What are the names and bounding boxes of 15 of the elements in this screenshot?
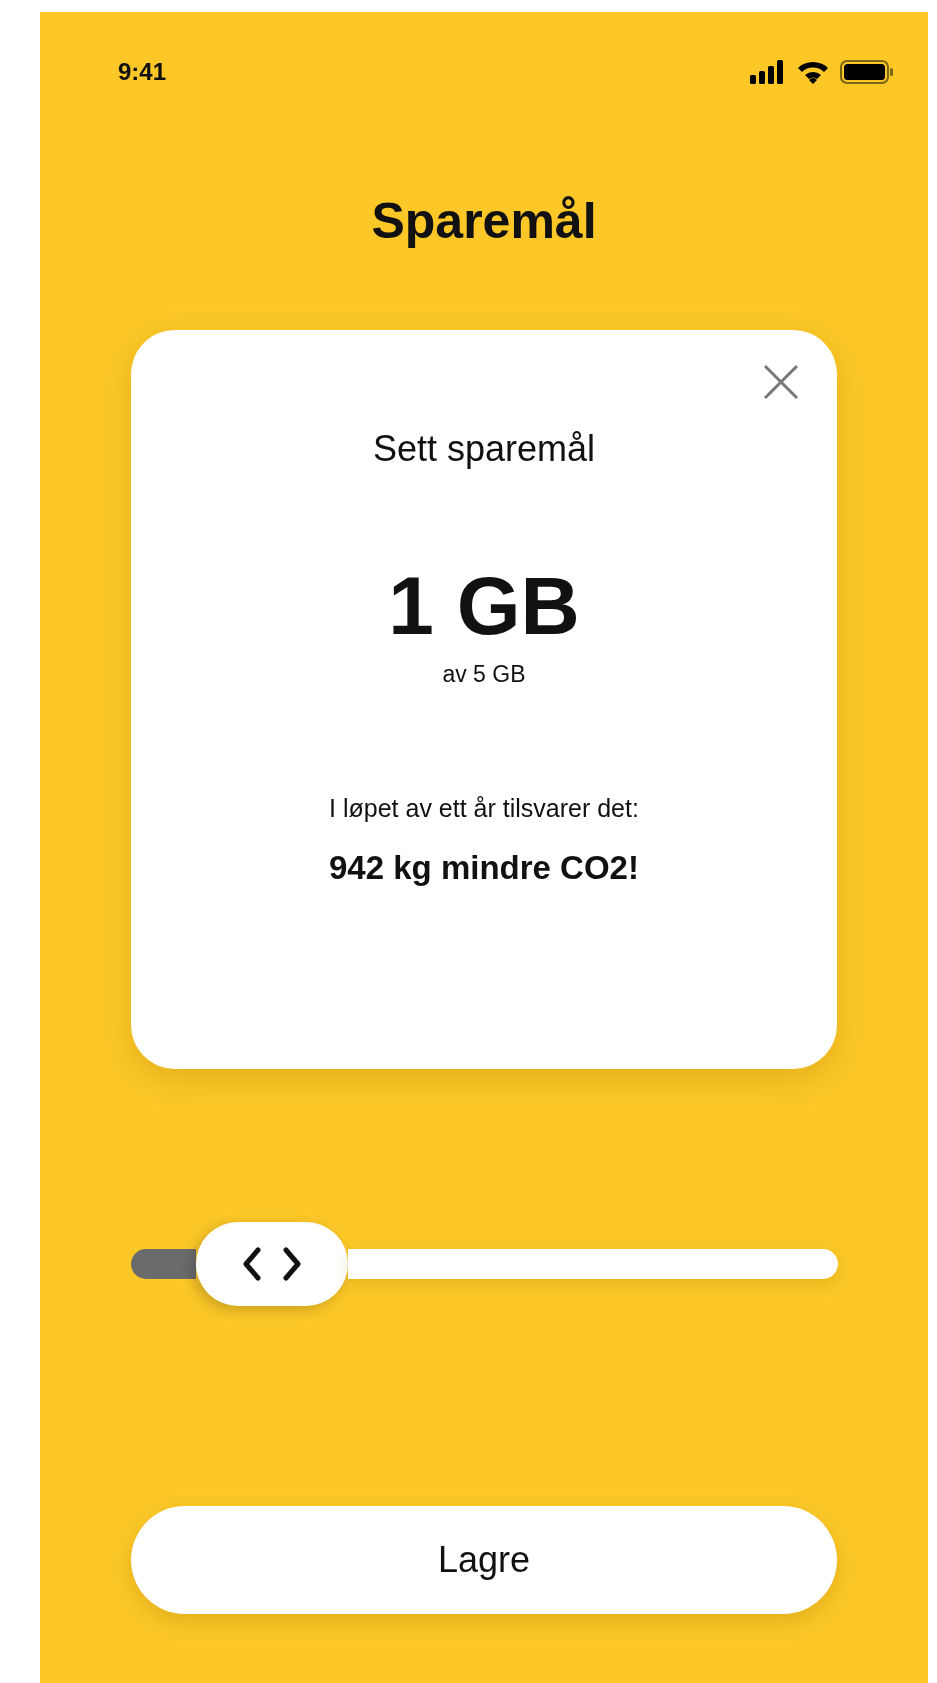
save-button[interactable]: Lagre (131, 1506, 837, 1614)
co2-result: 942 kg mindre CO2! (329, 849, 639, 887)
wifi-icon (796, 60, 830, 84)
status-time: 9:41 (118, 58, 167, 86)
slider-handle[interactable] (195, 1222, 348, 1306)
goal-amount: 1 GB (388, 565, 580, 647)
slider-track[interactable] (347, 1249, 838, 1279)
page-title: Sparemål (371, 196, 597, 246)
card-heading: Sett sparemål (372, 428, 596, 470)
signal-icon (750, 60, 786, 84)
chevrons-icon (241, 1247, 302, 1281)
total-amount: av 5 GB (442, 661, 526, 688)
savings-note: I løpet av ett år tilsvarer det: (329, 794, 639, 823)
close-button[interactable] (761, 362, 801, 402)
battery-icon (840, 60, 894, 84)
